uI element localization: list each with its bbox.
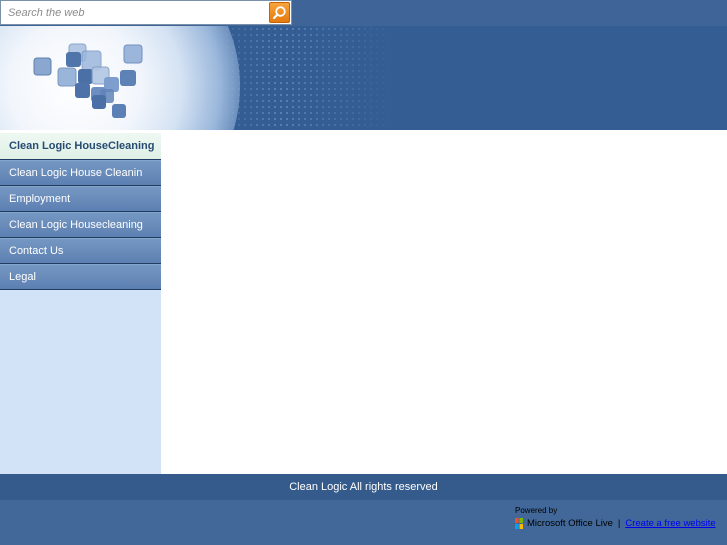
nav-item-home[interactable]: Clean Logic HouseCleaning xyxy=(0,130,161,160)
header-banner xyxy=(0,26,727,130)
sidebar: Clean Logic HouseCleaning Clean Logic Ho… xyxy=(0,130,161,474)
search-button[interactable] xyxy=(269,2,290,23)
main-content xyxy=(161,130,727,474)
nav-item-label: Clean Logic Housecleaning xyxy=(9,219,143,231)
nav-item-employment[interactable]: Employment xyxy=(0,186,161,212)
copyright-text: Clean Logic All rights reserved xyxy=(289,481,438,493)
search-input[interactable] xyxy=(3,3,269,22)
powered-by-label: Powered by xyxy=(515,506,558,515)
banner-texture xyxy=(200,26,400,130)
search-icon xyxy=(272,6,286,20)
nav-item-contact-us[interactable]: Contact Us xyxy=(0,238,161,264)
nav-item-label: Contact Us xyxy=(9,245,64,257)
tiled-squares-logo xyxy=(33,43,143,118)
nav-list: Clean Logic HouseCleaning Clean Logic Ho… xyxy=(0,130,161,290)
nav-item-label: Legal xyxy=(9,271,36,283)
nav-item-label: Employment xyxy=(9,193,71,205)
powered-by-line: Microsoft Office Live | Create a free we… xyxy=(515,518,725,529)
top-bar xyxy=(0,0,727,26)
office-logo-icon xyxy=(515,518,523,529)
footer-bar: Clean Logic All rights reserved xyxy=(0,474,727,500)
separator: | xyxy=(617,518,621,529)
nav-item-label: Clean Logic HouseCleaning xyxy=(9,140,155,152)
nav-item-label: Clean Logic House Cleanin xyxy=(9,167,143,179)
create-free-website-link[interactable]: Create a free website xyxy=(625,518,715,529)
search-box xyxy=(0,0,292,25)
powered-by-block: Powered by Microsoft Office Live | Creat… xyxy=(515,506,725,529)
office-live-label[interactable]: Microsoft Office Live xyxy=(527,518,613,529)
nav-item-housecleaning[interactable]: Clean Logic Housecleaning xyxy=(0,212,161,238)
footer-bottom: Powered by Microsoft Office Live | Creat… xyxy=(0,500,727,545)
nav-item-legal[interactable]: Legal xyxy=(0,264,161,290)
nav-item-house-cleaning[interactable]: Clean Logic House Cleanin xyxy=(0,160,161,186)
